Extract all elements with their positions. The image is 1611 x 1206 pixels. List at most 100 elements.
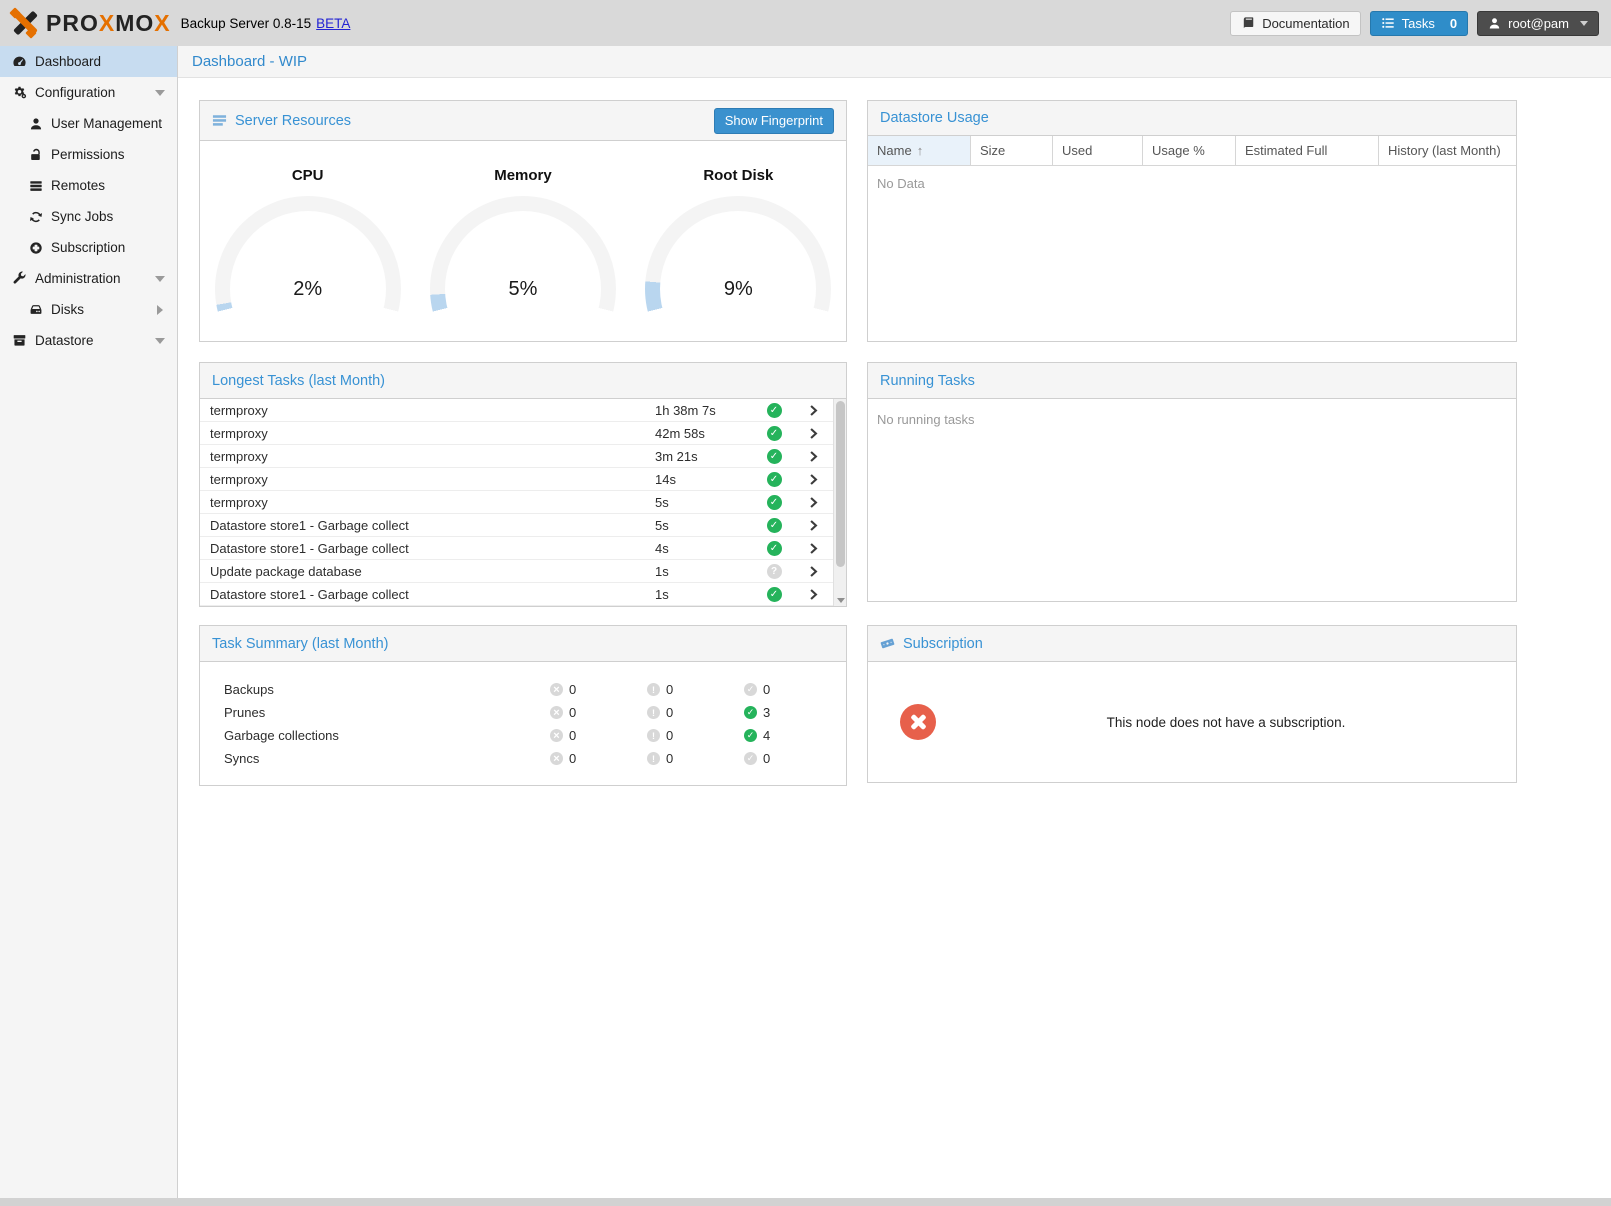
ok-count-icon — [744, 706, 757, 719]
running-tasks-empty-text: No running tasks — [868, 399, 1516, 437]
collapse-caret-icon[interactable] — [155, 338, 165, 344]
sidebar-item-dashboard[interactable]: Dashboard — [0, 46, 177, 77]
chevron-right-icon[interactable] — [807, 542, 820, 555]
hdd-icon — [29, 303, 43, 317]
task-row[interactable]: Datastore store1 - Garbage collect 4s — [200, 537, 833, 560]
root-disk-gauge: Root Disk 9% — [631, 141, 846, 341]
documentation-button[interactable]: Documentation — [1230, 11, 1360, 36]
status-ok-icon — [767, 541, 782, 556]
warning-count-icon — [647, 752, 660, 765]
root-disk-gauge-value: 9% — [645, 278, 831, 301]
status-ok-icon — [767, 472, 782, 487]
datastore-usage-title: Datastore Usage — [880, 110, 989, 126]
column-header-used[interactable]: Used — [1053, 136, 1143, 165]
cpu-gauge: CPU 2% — [200, 141, 415, 341]
scrollbar-down-arrow[interactable] — [837, 598, 845, 603]
column-header-size[interactable]: Size — [971, 136, 1053, 165]
sidebar-item-permissions[interactable]: Permissions — [0, 139, 177, 170]
expand-arrow-icon[interactable] — [157, 305, 163, 315]
sidebar-item-remotes[interactable]: Remotes — [0, 170, 177, 201]
task-row[interactable]: termproxy 14s — [200, 468, 833, 491]
chevron-right-icon[interactable] — [807, 404, 820, 417]
cpu-gauge-value: 2% — [215, 278, 401, 301]
sidebar: Dashboard Configuration User Management … — [0, 46, 178, 1198]
sidebar-item-user-management[interactable]: User Management — [0, 108, 177, 139]
status-ok-icon — [767, 587, 782, 602]
task-row[interactable]: termproxy 3m 21s — [200, 445, 833, 468]
sort-ascending-icon: ↑ — [917, 143, 924, 158]
server-stack-icon — [29, 179, 43, 193]
longest-tasks-panel: Longest Tasks (last Month) termproxy 1h … — [199, 362, 847, 607]
task-list-icon — [1381, 16, 1395, 30]
memory-gauge: Memory 5% — [415, 141, 630, 341]
sidebar-item-configuration[interactable]: Configuration — [0, 77, 177, 108]
datastore-usage-panel: Datastore Usage Name ↑ Size Used Usage %… — [867, 100, 1517, 342]
proxmox-x-icon — [8, 7, 40, 39]
task-row[interactable]: termproxy 1h 38m 7s — [200, 399, 833, 422]
chevron-right-icon[interactable] — [807, 565, 820, 578]
chevron-right-icon[interactable] — [807, 588, 820, 601]
error-count-icon — [550, 683, 563, 696]
warning-count-icon — [647, 729, 660, 742]
collapse-caret-icon[interactable] — [155, 276, 165, 282]
tachometer-icon — [12, 54, 27, 69]
support-icon — [29, 241, 43, 255]
chevron-right-icon[interactable] — [807, 473, 820, 486]
datastore-empty-text: No Data — [868, 166, 1516, 201]
user-menu-button[interactable]: root@pam — [1477, 11, 1599, 36]
status-ok-icon — [767, 518, 782, 533]
beta-link[interactable]: BETA — [316, 16, 350, 31]
sidebar-item-subscription[interactable]: Subscription — [0, 232, 177, 263]
sidebar-item-administration[interactable]: Administration — [0, 263, 177, 294]
sidebar-item-datastore[interactable]: Datastore — [0, 325, 177, 356]
bars-icon — [212, 113, 227, 128]
running-tasks-panel: Running Tasks No running tasks — [867, 362, 1517, 602]
warning-count-icon — [647, 706, 660, 719]
status-unknown-icon — [767, 564, 782, 579]
memory-gauge-value: 5% — [430, 278, 616, 301]
task-summary-title: Task Summary (last Month) — [212, 636, 388, 652]
tasks-button[interactable]: Tasks 0 — [1370, 11, 1468, 36]
gears-icon — [12, 85, 27, 100]
proxmox-logo: PROXMOX — [8, 7, 171, 39]
task-summary-panel: Task Summary (last Month) Backups 0 0 0 … — [199, 625, 847, 786]
proxmox-wordmark: PROXMOX — [46, 10, 171, 37]
chevron-right-icon[interactable] — [807, 450, 820, 463]
error-count-icon — [550, 706, 563, 719]
window-bottom-strip — [0, 1198, 1611, 1206]
show-fingerprint-button[interactable]: Show Fingerprint — [714, 108, 834, 134]
page-title: Dashboard - WIP — [178, 46, 1611, 78]
column-header-name[interactable]: Name ↑ — [868, 136, 971, 165]
collapse-caret-icon[interactable] — [155, 90, 165, 96]
no-subscription-icon — [900, 704, 936, 740]
task-row[interactable]: Datastore store1 - Garbage collect 1s — [200, 583, 833, 606]
running-tasks-title: Running Tasks — [880, 373, 975, 389]
ok-count-icon — [744, 683, 757, 696]
ok-count-icon — [744, 729, 757, 742]
error-count-icon — [550, 729, 563, 742]
status-ok-icon — [767, 495, 782, 510]
status-ok-icon — [767, 403, 782, 418]
chevron-right-icon[interactable] — [807, 496, 820, 509]
summary-row-garbage-collections: Garbage collections 0 0 4 — [200, 724, 846, 747]
scrollbar[interactable] — [833, 399, 846, 606]
sidebar-item-disks[interactable]: Disks — [0, 294, 177, 325]
task-row[interactable]: Datastore store1 - Garbage collect 5s — [200, 514, 833, 537]
tasks-count-badge: 0 — [1450, 16, 1457, 31]
summary-row-syncs: Syncs 0 0 0 — [200, 747, 846, 770]
task-row[interactable]: Update package database 1s — [200, 560, 833, 583]
warning-count-icon — [647, 683, 660, 696]
column-header-history[interactable]: History (last Month) — [1379, 136, 1516, 165]
subscription-message: This node does not have a subscription. — [936, 715, 1516, 730]
ticket-icon — [880, 636, 895, 651]
sidebar-item-sync-jobs[interactable]: Sync Jobs — [0, 201, 177, 232]
book-icon — [1241, 16, 1255, 30]
top-bar: PROXMOX Backup Server 0.8-15 BETA Docume… — [0, 0, 1611, 46]
column-header-estimated-full[interactable]: Estimated Full — [1236, 136, 1379, 165]
scrollbar-thumb[interactable] — [836, 401, 845, 567]
task-row[interactable]: termproxy 42m 58s — [200, 422, 833, 445]
chevron-right-icon[interactable] — [807, 519, 820, 532]
chevron-right-icon[interactable] — [807, 427, 820, 440]
task-row[interactable]: termproxy 5s — [200, 491, 833, 514]
column-header-usage-percent[interactable]: Usage % — [1143, 136, 1236, 165]
